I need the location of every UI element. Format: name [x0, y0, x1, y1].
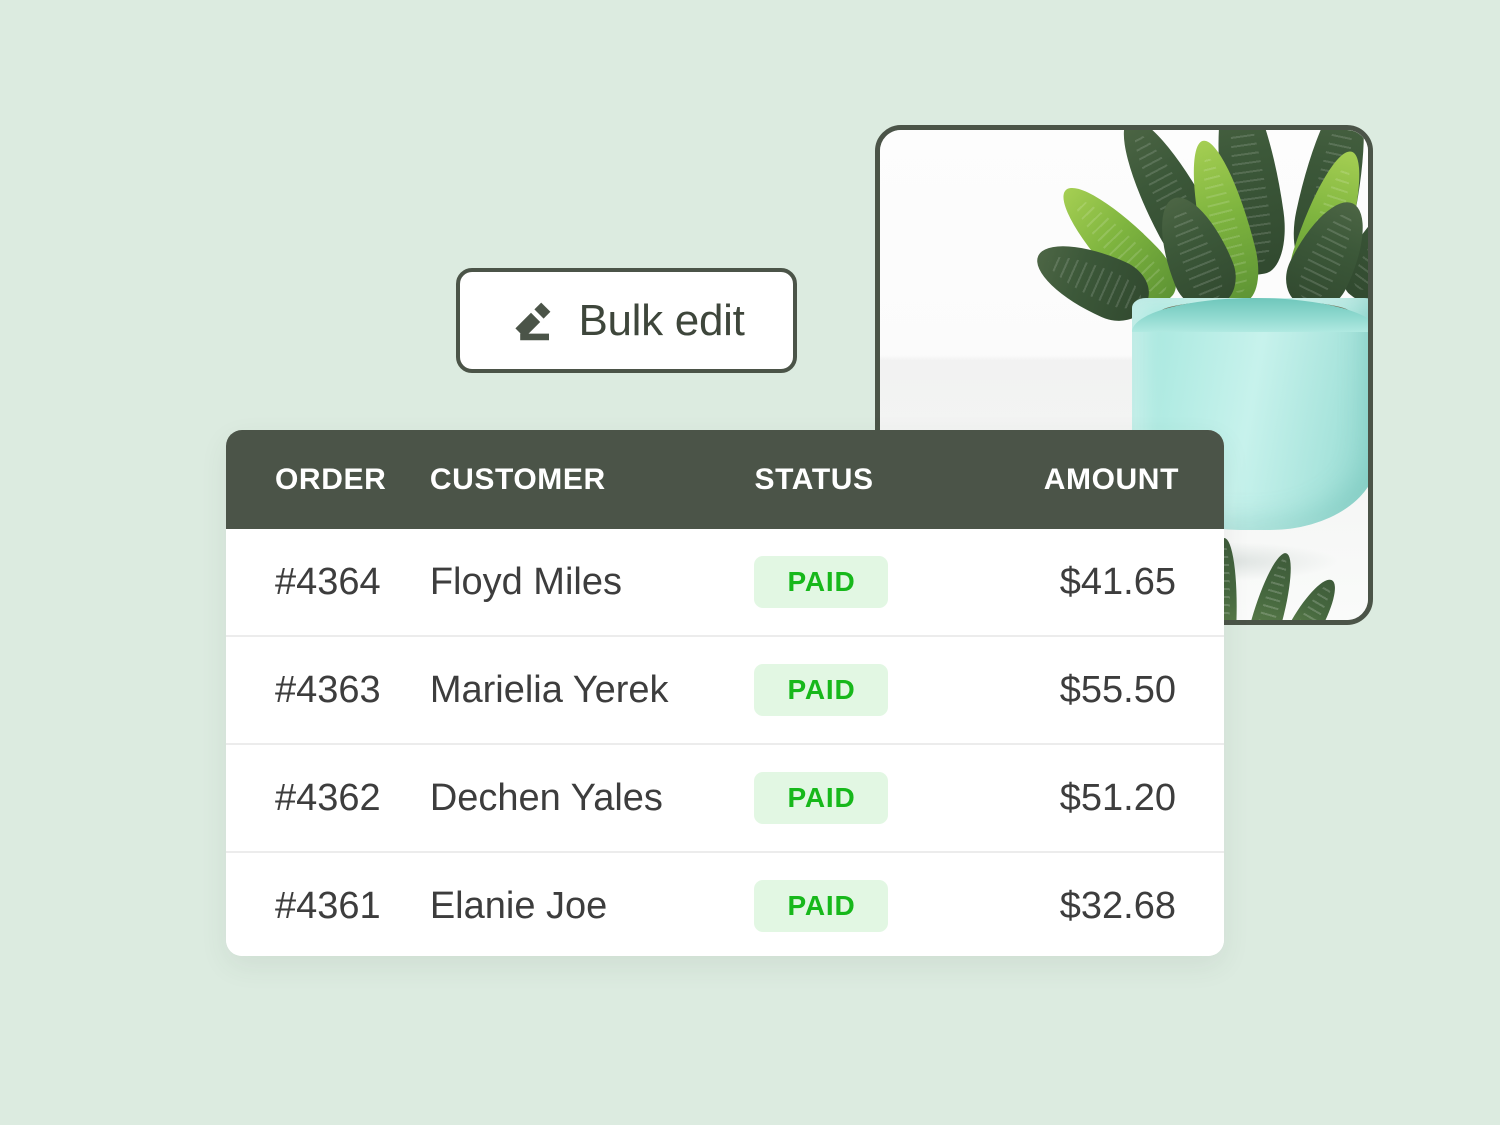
cell-customer: Dechen Yales [429, 776, 663, 819]
orders-table-card: ORDER CUSTOMER STATUS AMOUNT #4364 Floyd… [226, 430, 1224, 956]
cell-status: PAID [754, 880, 984, 932]
cell-customer: Elanie Joe [429, 884, 608, 927]
column-header-order[interactable]: ORDER [226, 463, 430, 497]
pot-rim [1132, 298, 1368, 332]
pencil-edit-icon [508, 297, 556, 345]
cell-amount: $55.50 [1059, 668, 1176, 711]
bulk-edit-label: Bulk edit [578, 295, 745, 345]
column-header-amount[interactable]: AMOUNT [984, 463, 1224, 497]
bulk-edit-button[interactable]: Bulk edit [456, 268, 797, 373]
status-badge: PAID [754, 556, 889, 608]
cell-amount: $41.65 [1059, 560, 1176, 603]
table-row[interactable]: #4364 Floyd Miles PAID $41.65 [226, 529, 1224, 635]
canvas: Bulk edit ORDER CUSTOMER STATUS AMOUNT #… [0, 0, 1500, 1125]
cell-order: #4361 [275, 884, 381, 927]
cell-status: PAID [754, 772, 984, 824]
cell-customer: Floyd Miles [429, 560, 622, 603]
column-header-status[interactable]: STATUS [754, 463, 984, 497]
cell-amount: $32.68 [1059, 884, 1176, 927]
cell-status: PAID [754, 556, 984, 608]
cell-status: PAID [754, 664, 984, 716]
plant-leaf [1248, 549, 1301, 620]
table-row[interactable]: #4361 Elanie Joe PAID $32.68 [226, 851, 1224, 956]
cell-order: #4364 [275, 560, 381, 603]
table-header-row: ORDER CUSTOMER STATUS AMOUNT [226, 430, 1224, 529]
table-row[interactable]: #4363 Marielia Yerek PAID $55.50 [226, 635, 1224, 743]
table-body: #4364 Floyd Miles PAID $41.65 #4363 Mari… [226, 529, 1224, 956]
status-badge: PAID [754, 772, 889, 824]
table-row[interactable]: #4362 Dechen Yales PAID $51.20 [226, 743, 1224, 851]
plant-leaf [1288, 572, 1345, 620]
column-header-customer[interactable]: CUSTOMER [430, 463, 755, 497]
cell-order: #4362 [275, 776, 381, 819]
cell-customer: Marielia Yerek [429, 668, 669, 711]
cell-order: #4363 [275, 668, 381, 711]
status-badge: PAID [754, 880, 889, 932]
cell-amount: $51.20 [1059, 776, 1176, 819]
status-badge: PAID [754, 664, 889, 716]
